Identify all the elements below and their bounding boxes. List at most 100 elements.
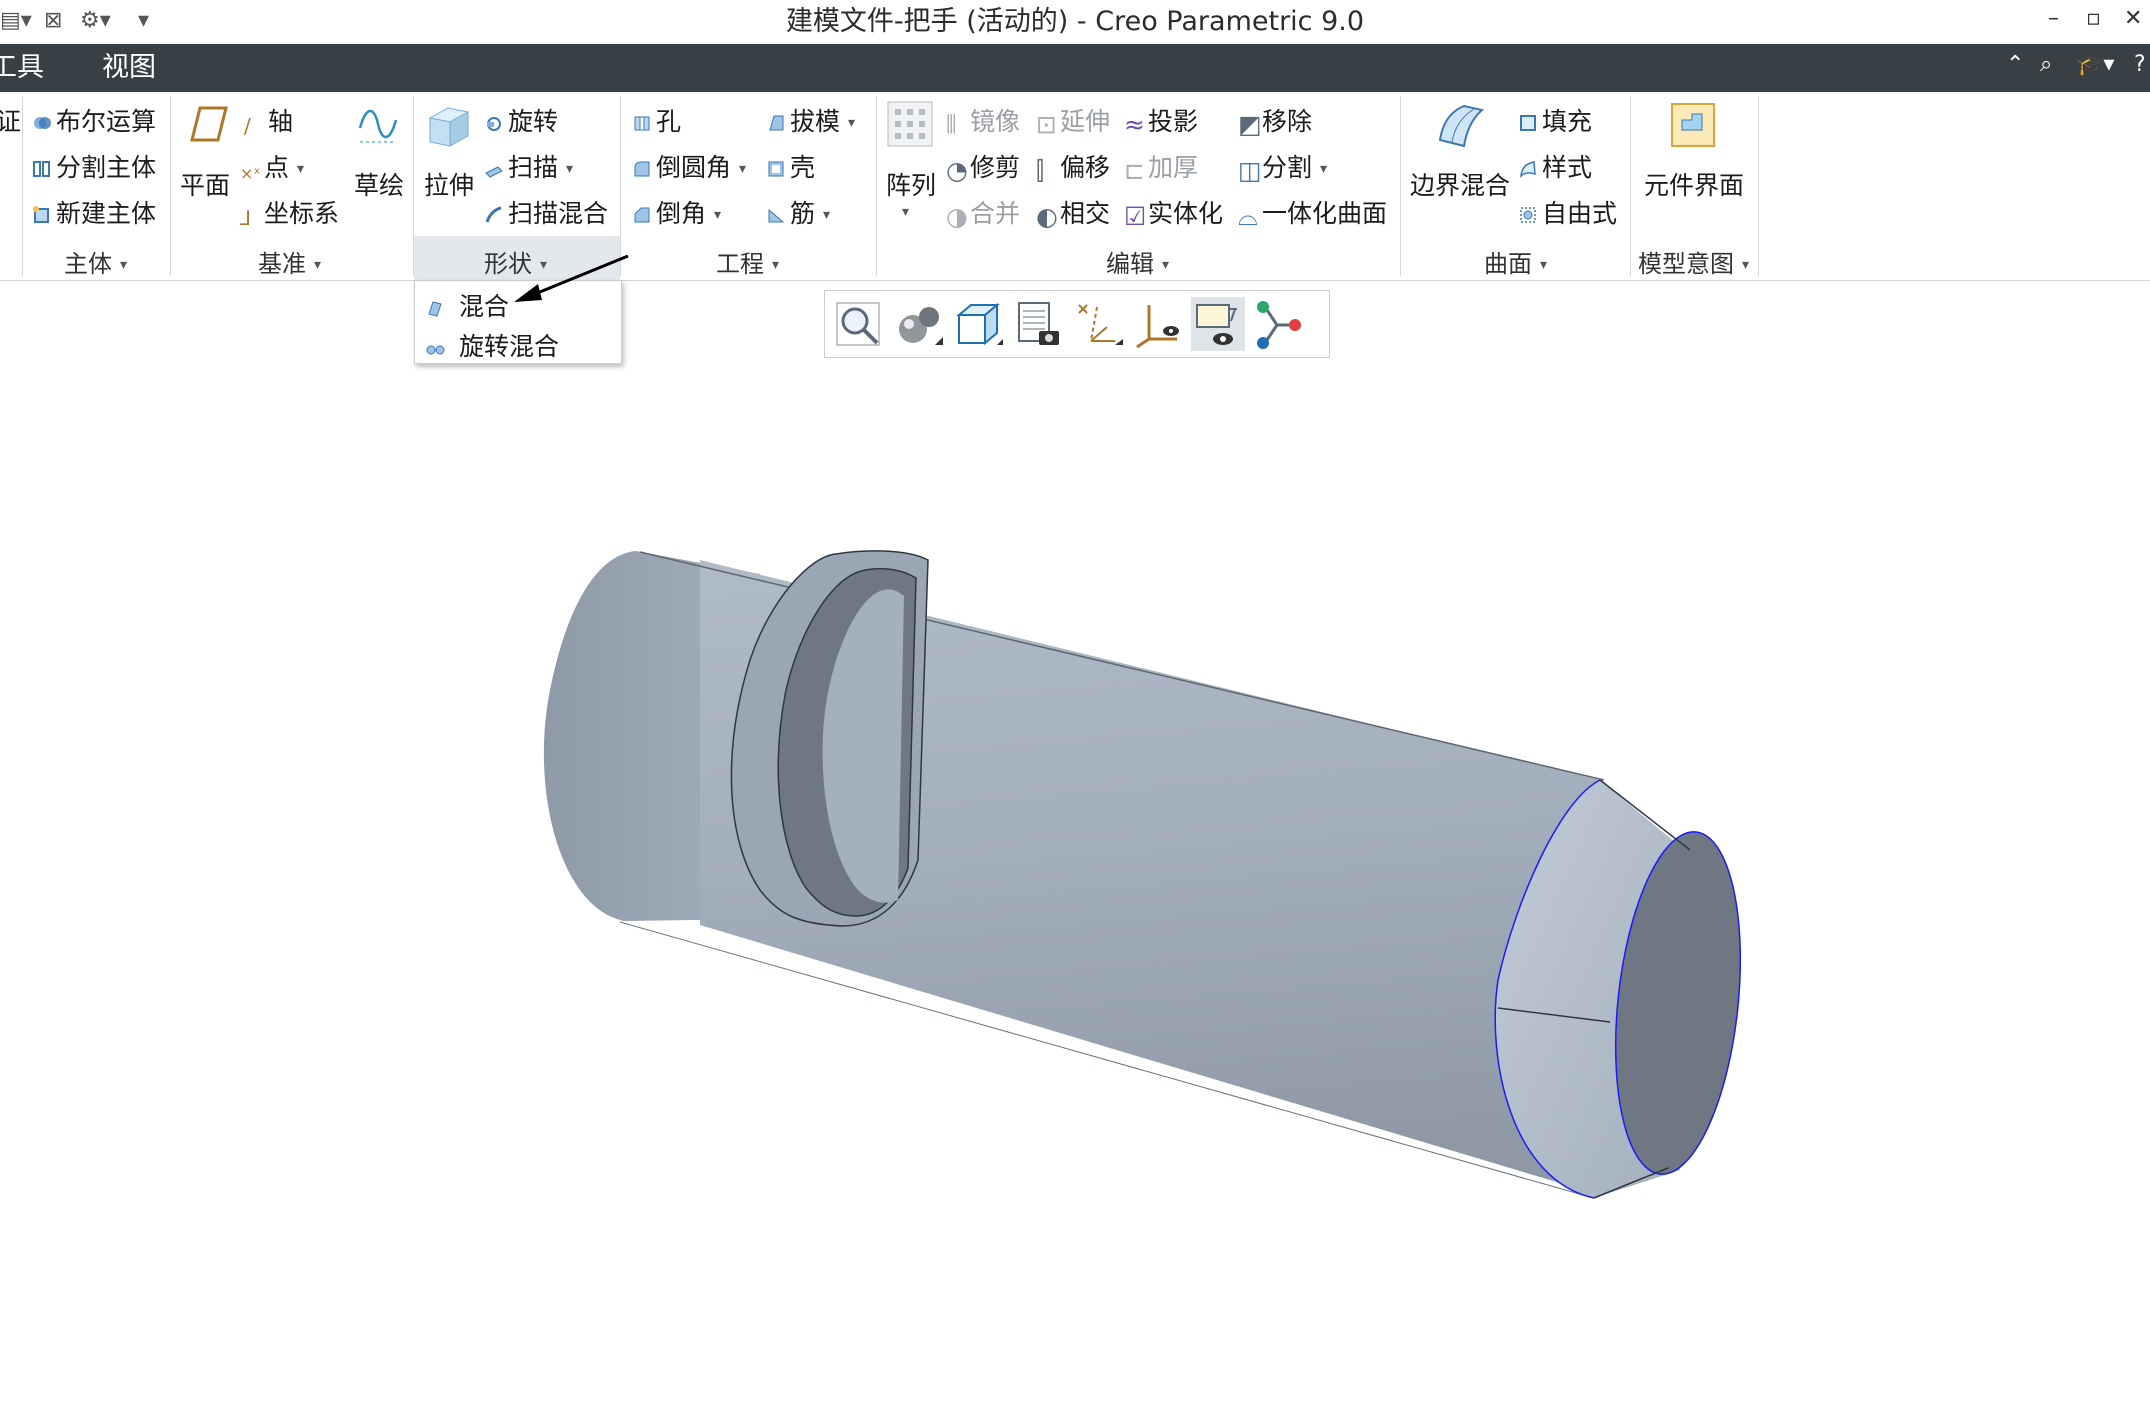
- boolean-icon: [34, 117, 51, 129]
- merge-button[interactable]: ◑合并: [946, 194, 1020, 231]
- mirror-icon: ⫴: [946, 110, 957, 139]
- menu-tools[interactable]: 工具: [0, 44, 44, 92]
- datum-display-icon[interactable]: [1071, 297, 1125, 351]
- split-body-button[interactable]: 分割主体: [32, 148, 156, 184]
- extrude-button[interactable]: 拉伸: [424, 166, 474, 202]
- separator: [620, 96, 621, 276]
- thicken-icon: ⊏: [1124, 156, 1145, 185]
- solidify-button[interactable]: ☑实体化: [1124, 194, 1223, 231]
- csys-button[interactable]: ⅃ 坐标系: [240, 194, 339, 230]
- hole-button[interactable]: 孔: [632, 102, 681, 138]
- split-button[interactable]: ◫分割 ▾: [1238, 148, 1327, 185]
- shell-button[interactable]: 壳: [766, 148, 815, 184]
- revolve-button[interactable]: 旋转: [484, 102, 558, 138]
- separator: [1758, 96, 1759, 276]
- revolve-icon: [487, 117, 501, 131]
- extrude-icon: [428, 107, 470, 147]
- component-interface-icon: [1671, 103, 1715, 147]
- draft-button[interactable]: 拔模 ▾: [766, 102, 855, 138]
- chamfer-icon: [634, 207, 650, 223]
- split-icon: ◫: [1238, 156, 1262, 185]
- plane-button[interactable]: 平面: [180, 166, 230, 202]
- search-icon[interactable]: ⌕: [2040, 52, 2052, 77]
- freestyle-button[interactable]: 自由式: [1518, 194, 1617, 230]
- point-button[interactable]: ×ˣ 点 ▾: [240, 148, 304, 184]
- hole-icon: [634, 116, 650, 131]
- separator: [1630, 96, 1631, 276]
- boolean-button[interactable]: 布尔运算: [32, 102, 156, 138]
- offset-icon: ⫿: [1036, 156, 1045, 185]
- group-label-surfaces[interactable]: 曲面 ▾: [1484, 244, 1547, 279]
- new-body-button[interactable]: 新建主体: [32, 194, 156, 230]
- new-body-icon: [33, 206, 49, 223]
- blend-icon: [428, 301, 442, 317]
- swept-blend-button[interactable]: 扫描混合: [484, 194, 608, 230]
- learning-icon[interactable]: 🎓▾: [2076, 52, 2114, 77]
- csys-icon: ⅃: [240, 206, 252, 230]
- sweep-icon: [485, 166, 503, 178]
- intersect-icon: ◐: [1036, 202, 1058, 231]
- draft-icon: [769, 115, 784, 131]
- group-label-engineering[interactable]: 工程 ▾: [716, 244, 779, 279]
- group-label-body[interactable]: 主体 ▾: [64, 244, 127, 279]
- sketch-button[interactable]: 草绘: [354, 166, 404, 202]
- refit-icon[interactable]: [831, 297, 885, 351]
- project-icon: ≈: [1124, 110, 1145, 139]
- annotation-display-icon[interactable]: [1191, 297, 1245, 351]
- swept-blend-icon: [485, 206, 502, 223]
- pattern-icon: [887, 101, 933, 147]
- style-button[interactable]: 样式: [1518, 148, 1592, 184]
- sketch-icon: [358, 109, 398, 143]
- project-button[interactable]: ≈ 投影: [1124, 102, 1198, 139]
- trim-button[interactable]: ◔修剪: [946, 148, 1020, 185]
- csys-display-icon[interactable]: [1131, 297, 1185, 351]
- boundary-blend-button[interactable]: 边界混合: [1410, 166, 1510, 202]
- pattern-button[interactable]: 阵列: [886, 166, 936, 202]
- offset-button[interactable]: ⫿ 偏移: [1036, 148, 1110, 185]
- shell-icon: [768, 161, 784, 177]
- fill-icon: [1520, 115, 1536, 131]
- help-icon[interactable]: ?: [2134, 52, 2146, 77]
- axis-button[interactable]: / 轴: [244, 102, 293, 138]
- thicken-button[interactable]: ⊏ 加厚: [1124, 148, 1198, 185]
- minimize-button[interactable]: –: [2048, 6, 2059, 31]
- pattern-dropdown-icon[interactable]: ▾: [902, 204, 909, 220]
- close-button[interactable]: ✕: [2124, 6, 2142, 31]
- restore-button[interactable]: ▫: [2086, 6, 2101, 31]
- extend-button[interactable]: ⊡ 延伸: [1036, 102, 1110, 139]
- extend-icon: ⊡: [1036, 110, 1057, 139]
- rotational-blend-icon: [426, 345, 445, 355]
- group-label-editing[interactable]: 编辑 ▾: [1106, 244, 1169, 279]
- separator: [22, 96, 23, 276]
- group-label-datum[interactable]: 基准 ▾: [258, 244, 321, 279]
- boundary-blend-icon: [1438, 104, 1485, 148]
- blend-menu-item[interactable]: 混合: [425, 287, 509, 323]
- rib-button[interactable]: 筋 ▾: [766, 194, 830, 230]
- solidify-icon: ☑: [1124, 202, 1147, 231]
- collapse-ribbon-icon[interactable]: ⌃: [2006, 52, 2024, 77]
- axis-icon: /: [244, 114, 251, 138]
- unify-surface-button[interactable]: ⌓ 一体化曲面: [1238, 194, 1387, 231]
- mirror-button[interactable]: ⫴ 镜像: [946, 102, 1020, 139]
- menu-view[interactable]: 视图: [102, 44, 156, 92]
- saved-orientations-icon[interactable]: [951, 297, 1005, 351]
- chamfer-button[interactable]: 倒角 ▾: [632, 194, 721, 230]
- split-body-icon: [33, 161, 50, 177]
- sweep-button[interactable]: 扫描 ▾: [484, 148, 573, 184]
- separator: [413, 96, 414, 276]
- model-viewport[interactable]: [0, 360, 2150, 1408]
- plane-icon: [190, 106, 228, 142]
- fill-button[interactable]: 填充: [1518, 102, 1592, 138]
- menu-bar: [0, 44, 2150, 92]
- component-interface-button[interactable]: 元件界面: [1644, 166, 1744, 202]
- appearance-tree-icon[interactable]: [1251, 297, 1305, 351]
- annotation-arrow: [514, 254, 629, 302]
- intersect-button[interactable]: ◐相交: [1036, 194, 1110, 231]
- group-label-model-intent[interactable]: 模型意图 ▾: [1638, 244, 1749, 279]
- remove-button[interactable]: ◩移除: [1238, 102, 1312, 139]
- rotational-blend-menu-item[interactable]: 旋转混合: [425, 327, 559, 363]
- round-button[interactable]: 倒圆角 ▾: [632, 148, 746, 184]
- display-style-icon[interactable]: [891, 297, 945, 351]
- partial-item: 证: [0, 107, 22, 136]
- view-manager-icon[interactable]: [1011, 297, 1065, 351]
